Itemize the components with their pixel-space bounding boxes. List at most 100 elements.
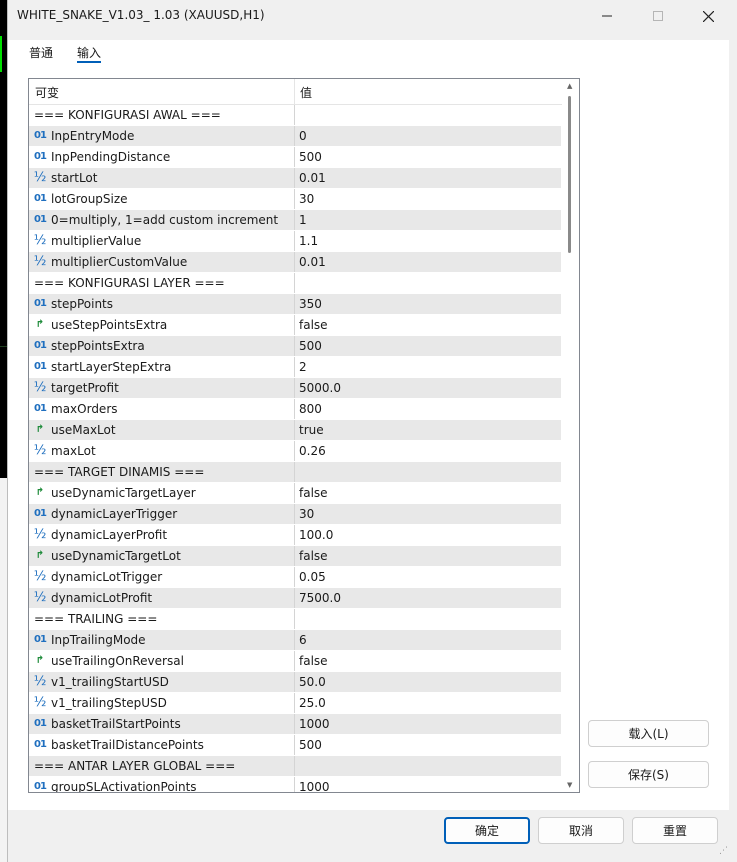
variable-cell: ½ dynamicLotTrigger	[29, 567, 294, 587]
table-row[interactable]: 01 groupSLActivationPoints 1000	[29, 777, 561, 793]
variable-value: 500	[299, 150, 322, 164]
value-cell[interactable]: 25.0	[295, 693, 561, 713]
table-row[interactable]: ↱ useMaxLot true	[29, 420, 561, 441]
value-cell[interactable]: 7500.0	[295, 588, 561, 608]
table-row[interactable]: 01 InpTrailingMode 6	[29, 630, 561, 651]
table-row[interactable]: ½ multiplierValue 1.1	[29, 231, 561, 252]
table-row[interactable]: ½ startLot 0.01	[29, 168, 561, 189]
section-header-row[interactable]: === KONFIGURASI LAYER ===	[29, 273, 561, 294]
table-row[interactable]: 01 InpEntryMode 0	[29, 126, 561, 147]
integer-type-icon: 01	[34, 340, 47, 351]
variable-cell: ½ targetProfit	[29, 378, 294, 398]
value-cell[interactable]: false	[295, 546, 561, 566]
variable-cell: 01 InpPendingDistance	[29, 147, 294, 167]
value-cell[interactable]: 800	[295, 399, 561, 419]
resize-grip-icon[interactable]: ⋰	[719, 846, 731, 858]
save-button[interactable]: 保存(S)	[588, 761, 709, 788]
variable-name: === KONFIGURASI LAYER ===	[34, 276, 225, 290]
value-cell[interactable]: 30	[295, 189, 561, 209]
value-cell[interactable]: 0.01	[295, 252, 561, 272]
table-row[interactable]: ½ v1_trailingStepUSD 25.0	[29, 693, 561, 714]
double-type-icon: ½	[33, 443, 47, 458]
table-row[interactable]: 01 0=multiply, 1=add custom increment 1	[29, 210, 561, 231]
value-cell[interactable]: 500	[295, 147, 561, 167]
table-row[interactable]: 01 stepPoints 350	[29, 294, 561, 315]
table-row[interactable]: 01 dynamicLayerTrigger 30	[29, 504, 561, 525]
value-cell[interactable]: 1000	[295, 777, 561, 793]
properties-dialog: WHITE_SNAKE_V1.03_ 1.03 (XAUUSD,H1) 普通 输…	[8, 0, 737, 862]
table-row[interactable]: ½ multiplierCustomValue 0.01	[29, 252, 561, 273]
table-row[interactable]: ↱ useStepPointsExtra false	[29, 315, 561, 336]
table-row[interactable]: ½ dynamicLotTrigger 0.05	[29, 567, 561, 588]
scrollbar-thumb[interactable]	[568, 96, 571, 253]
value-cell[interactable]: false	[295, 483, 561, 503]
table-row[interactable]: 01 maxOrders 800	[29, 399, 561, 420]
table-row[interactable]: ↱ useDynamicTargetLayer false	[29, 483, 561, 504]
variable-name: maxLot	[51, 444, 96, 458]
value-cell[interactable]: 0.01	[295, 168, 561, 188]
scroll-down-icon[interactable]: ▼	[567, 781, 572, 789]
value-cell[interactable]: 5000.0	[295, 378, 561, 398]
column-header-value[interactable]: 值	[300, 84, 312, 101]
variable-name: stepPointsExtra	[51, 339, 145, 353]
reset-button[interactable]: 重置	[632, 817, 718, 844]
variable-cell: 01 lotGroupSize	[29, 189, 294, 209]
table-row[interactable]: 01 basketTrailDistancePoints 500	[29, 735, 561, 756]
value-cell[interactable]: 500	[295, 735, 561, 755]
tab-general[interactable]: 普通	[29, 44, 53, 61]
ok-button[interactable]: 确定	[444, 817, 530, 844]
table-row[interactable]: 01 stepPointsExtra 500	[29, 336, 561, 357]
value-cell[interactable]: 0.05	[295, 567, 561, 587]
value-cell[interactable]: 350	[295, 294, 561, 314]
value-cell[interactable]: 6	[295, 630, 561, 650]
value-cell[interactable]: false	[295, 651, 561, 671]
table-row[interactable]: 01 startLayerStepExtra 2	[29, 357, 561, 378]
background-chart-candle	[0, 36, 2, 72]
table-row[interactable]: ½ dynamicLayerProfit 100.0	[29, 525, 561, 546]
section-header-row[interactable]: === TRAILING ===	[29, 609, 561, 630]
table-row[interactable]: ↱ useDynamicTargetLot false	[29, 546, 561, 567]
variable-cell: ↱ useStepPointsExtra	[29, 315, 294, 335]
value-cell[interactable]: 1.1	[295, 231, 561, 251]
bool-type-icon: ↱	[35, 655, 45, 666]
variable-name: multiplierCustomValue	[51, 255, 188, 269]
value-cell[interactable]: 2	[295, 357, 561, 377]
value-cell	[295, 756, 561, 776]
table-row[interactable]: 01 lotGroupSize 30	[29, 189, 561, 210]
cancel-button[interactable]: 取消	[538, 817, 624, 844]
value-cell[interactable]: 1000	[295, 714, 561, 734]
section-header-row[interactable]: === ANTAR LAYER GLOBAL ===	[29, 756, 561, 777]
title-bar[interactable]: WHITE_SNAKE_V1.03_ 1.03 (XAUUSD,H1)	[8, 0, 737, 32]
table-row[interactable]: 01 basketTrailStartPoints 1000	[29, 714, 561, 735]
value-cell[interactable]: 100.0	[295, 525, 561, 545]
load-button[interactable]: 载入(L)	[588, 720, 709, 747]
table-row[interactable]: ↱ useTrailingOnReversal false	[29, 651, 561, 672]
value-cell[interactable]: 1	[295, 210, 561, 230]
section-header-row[interactable]: === TARGET DINAMIS ===	[29, 462, 561, 483]
column-divider[interactable]	[294, 79, 295, 104]
minimize-button[interactable]	[584, 0, 630, 32]
value-cell[interactable]: true	[295, 420, 561, 440]
value-cell[interactable]: 0	[295, 126, 561, 146]
close-button[interactable]	[685, 0, 731, 32]
column-header-variable[interactable]: 可变	[35, 84, 59, 101]
value-cell[interactable]: 50.0	[295, 672, 561, 692]
section-header-row[interactable]: === KONFIGURASI AWAL ===	[29, 105, 561, 126]
double-type-icon: ½	[33, 527, 47, 542]
tab-inputs[interactable]: 输入	[77, 44, 101, 61]
variable-value: 0	[299, 129, 307, 143]
table-row[interactable]: ½ maxLot 0.26	[29, 441, 561, 462]
vertical-scrollbar[interactable]: ▲ ▼	[564, 79, 578, 792]
variable-value: 1000	[299, 780, 330, 793]
table-row[interactable]: ½ dynamicLotProfit 7500.0	[29, 588, 561, 609]
value-cell[interactable]: false	[295, 315, 561, 335]
value-cell[interactable]: 500	[295, 336, 561, 356]
table-row[interactable]: 01 InpPendingDistance 500	[29, 147, 561, 168]
value-cell[interactable]: 0.26	[295, 441, 561, 461]
table-row[interactable]: ½ targetProfit 5000.0	[29, 378, 561, 399]
maximize-icon	[653, 11, 663, 21]
scroll-up-icon[interactable]: ▲	[567, 82, 572, 90]
variable-name: dynamicLayerProfit	[51, 528, 168, 542]
table-row[interactable]: ½ v1_trailingStartUSD 50.0	[29, 672, 561, 693]
value-cell[interactable]: 30	[295, 504, 561, 524]
